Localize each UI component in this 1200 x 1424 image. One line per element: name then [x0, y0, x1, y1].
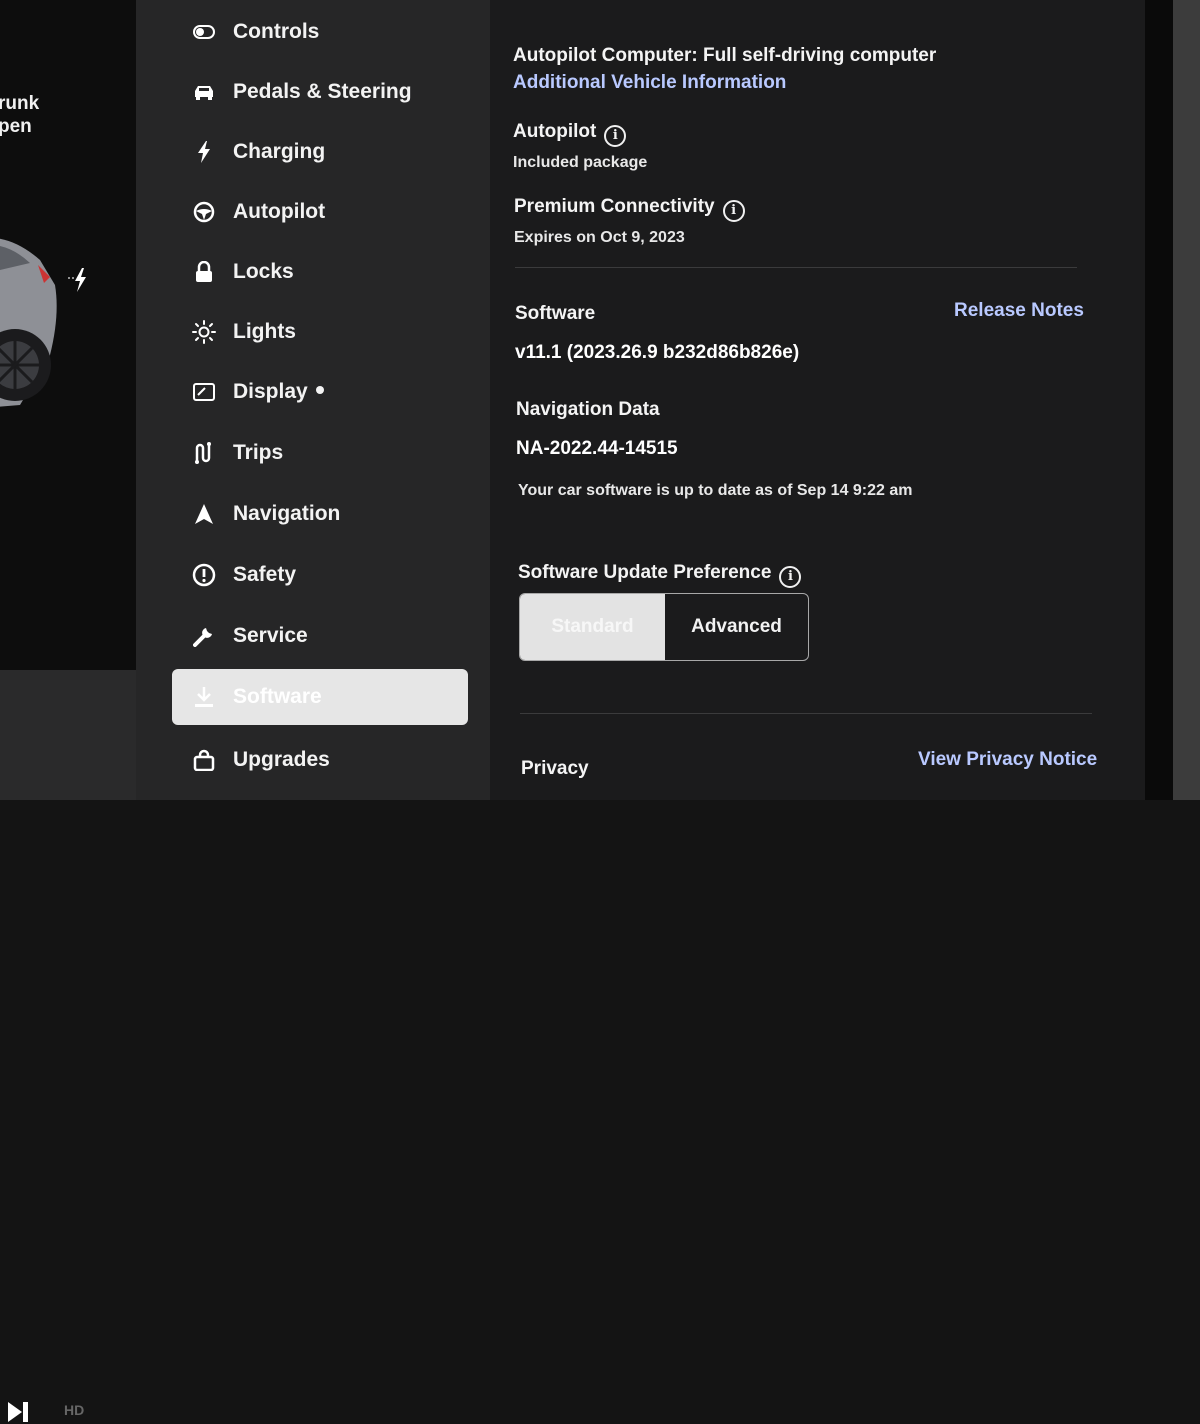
premium-connectivity-title-text: Premium Connectivity — [514, 196, 715, 217]
update-status-text: Your car software is up to date as of Se… — [518, 482, 913, 499]
display-label-text: Display — [233, 380, 308, 403]
release-notes-link[interactable]: Release Notes — [954, 300, 1084, 322]
notification-dot-icon — [315, 386, 324, 395]
view-privacy-notice-link[interactable]: View Privacy Notice — [918, 749, 1097, 771]
autopilot-value: Included package — [513, 154, 648, 171]
sidebar-item-label: Controls — [233, 20, 320, 43]
section-divider — [520, 713, 1092, 714]
section-divider — [515, 267, 1077, 268]
autopilot-computer-text: Autopilot Computer: Full self-driving co… — [513, 45, 937, 66]
charge-port-bolt-icon[interactable] — [68, 268, 90, 292]
download-icon — [192, 685, 216, 709]
sun-icon — [192, 320, 216, 344]
hd-radio-icon: HD — [64, 1402, 85, 1418]
update-preference-title-text: Software Update Preference — [518, 562, 772, 583]
car-image — [0, 238, 57, 407]
software-settings-panel: Autopilot Computer: Full self-driving co… — [490, 0, 1145, 800]
wrench-icon — [192, 624, 216, 648]
next-track-icon[interactable] — [6, 1400, 30, 1424]
sidebar-item-controls[interactable]: Controls — [172, 4, 468, 60]
trips-icon — [192, 441, 216, 465]
sidebar-item-label: Locks — [233, 260, 294, 283]
sidebar-item-trips[interactable]: Trips — [172, 425, 468, 481]
sidebar-item-service[interactable]: Service — [172, 608, 468, 664]
sidebar-item-label: Upgrades — [233, 748, 330, 771]
privacy-title: Privacy — [521, 758, 589, 779]
autopilot-title: Autopilot i — [513, 121, 627, 147]
software-version: v11.1 (2023.26.9 b232d86b826e) — [515, 342, 800, 363]
sidebar-item-locks[interactable]: Locks — [172, 244, 468, 300]
premium-connectivity-title: Premium Connectivity i — [514, 196, 745, 222]
autopilot-title-text: Autopilot — [513, 121, 597, 142]
car-icon — [192, 80, 216, 104]
bolt-icon — [192, 140, 216, 164]
display-icon — [192, 380, 216, 404]
bezel-edge — [1173, 0, 1200, 800]
sidebar-item-charging[interactable]: Charging — [172, 124, 468, 180]
trunk-label-line2: pen — [0, 116, 32, 137]
navigation-arrow-icon — [192, 502, 216, 526]
additional-vehicle-info-link[interactable]: Additional Vehicle Information — [513, 72, 786, 94]
software-title: Software — [515, 303, 596, 324]
advanced-option-button[interactable]: Advanced — [665, 594, 808, 660]
sidebar-item-lights[interactable]: Lights — [172, 304, 468, 360]
info-icon[interactable]: i — [722, 200, 745, 222]
sidebar-item-display[interactable]: Display — [172, 364, 468, 420]
media-bar: HD — [0, 670, 136, 1422]
sidebar-item-label: Display — [233, 380, 324, 404]
settings-sidebar: Controls Pedals & Steering Charging Auto… — [136, 0, 490, 800]
sidebar-item-software[interactable]: Software — [172, 669, 468, 725]
sidebar-item-label: Software — [233, 685, 322, 708]
sidebar-item-autopilot[interactable]: Autopilot — [172, 184, 468, 240]
steering-wheel-icon — [192, 200, 216, 224]
sidebar-item-label: Safety — [233, 563, 297, 586]
info-icon[interactable]: i — [779, 566, 802, 588]
navigation-data-title: Navigation Data — [516, 399, 660, 420]
sidebar-item-safety[interactable]: Safety — [172, 547, 468, 603]
alert-icon — [192, 563, 216, 587]
screen-bezel — [1145, 0, 1200, 800]
sidebar-item-upgrades[interactable]: Upgrades — [172, 732, 468, 788]
sidebar-item-label: Pedals & Steering — [233, 80, 412, 103]
lock-icon — [192, 260, 216, 284]
sidebar-item-label: Charging — [233, 140, 326, 163]
toggle-icon — [192, 20, 216, 44]
trunk-open-button[interactable]: runk pen — [0, 92, 39, 138]
sidebar-item-navigation[interactable]: Navigation — [172, 486, 468, 542]
sidebar-item-label: Trips — [233, 441, 284, 464]
trunk-label-line1: runk — [0, 93, 40, 114]
info-icon[interactable]: i — [604, 125, 627, 147]
bag-icon — [192, 748, 216, 772]
sidebar-item-label: Autopilot — [233, 200, 326, 223]
update-preference-title: Software Update Preference i — [518, 562, 802, 588]
navigation-data-value: NA-2022.44-14515 — [516, 438, 678, 459]
sidebar-item-label: Lights — [233, 320, 296, 343]
sidebar-item-label: Service — [233, 624, 308, 647]
sidebar-item-label: Navigation — [233, 502, 341, 525]
update-preference-selector: Standard Advanced — [519, 593, 809, 661]
premium-connectivity-value: Expires on Oct 9, 2023 — [514, 229, 685, 246]
sidebar-item-pedals-steering[interactable]: Pedals & Steering — [172, 64, 468, 120]
standard-option-button[interactable]: Standard — [520, 594, 665, 660]
